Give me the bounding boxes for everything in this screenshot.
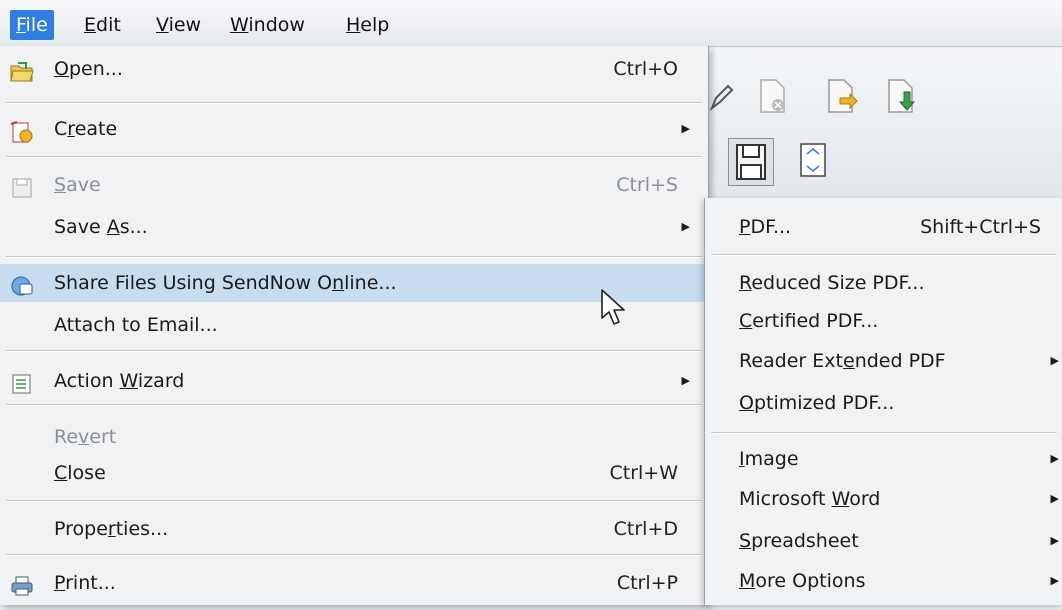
submenu-arrow-icon: ▶: [1050, 452, 1059, 465]
menu-item-action-wizard[interactable]: Action Wizard ▶: [0, 362, 708, 400]
submenu-arrow-icon: ▶: [681, 220, 690, 233]
submenu-item-label: Microsoft Word: [739, 488, 881, 510]
menu-item-open[interactable]: Open... Ctrl+O: [0, 50, 708, 88]
submenu-item-label: Reduced Size PDF...: [739, 272, 925, 294]
menu-item-revert: Revert: [0, 418, 708, 456]
submenu-arrow-icon: ▶: [681, 122, 690, 135]
submenu-arrow-icon: ▶: [1050, 574, 1059, 587]
shortcut-text: Ctrl+S: [616, 174, 678, 196]
menu-separator: [711, 254, 1057, 256]
submenu-item-more-options[interactable]: More Options ▶: [705, 562, 1062, 600]
edit-pencil-icon[interactable]: [708, 82, 736, 112]
menu-item-label: Action Wizard: [54, 370, 185, 392]
menu-item-print[interactable]: Print... Ctrl+P: [0, 564, 708, 602]
menu-separator: [711, 432, 1057, 434]
submenu-item-label: Spreadsheet: [739, 530, 859, 552]
shortcut-text: Ctrl+W: [609, 462, 678, 484]
shortcut-text: Shift+Ctrl+S: [920, 216, 1041, 238]
menu-help[interactable]: Help: [340, 10, 395, 40]
floppy-disk-icon: [736, 144, 766, 180]
submenu-item-reduced-size-pdf[interactable]: Reduced Size PDF...: [705, 264, 1062, 302]
submenu-item-optimized-pdf[interactable]: Optimized PDF...: [705, 384, 1062, 422]
document-download-icon[interactable]: [886, 78, 918, 114]
toolbar: [700, 48, 1062, 198]
submenu-item-certified-pdf[interactable]: Certified PDF...: [705, 302, 1062, 340]
save-as-submenu: PDF... Shift+Ctrl+S Reduced Size PDF... Cer…: [704, 198, 1062, 605]
mouse-cursor-icon: [601, 289, 625, 325]
open-folder-icon: [10, 58, 34, 82]
sendnow-icon: [10, 272, 34, 296]
printer-icon: [10, 572, 34, 596]
save-icon: [10, 174, 34, 198]
shortcut-text: Ctrl+O: [613, 58, 678, 80]
submenu-item-label: PDF...: [739, 216, 792, 238]
submenu-item-label: More Options: [739, 570, 866, 592]
submenu-arrow-icon: ▶: [1050, 534, 1059, 547]
menu-item-label: Create: [54, 118, 118, 140]
shortcut-text: Ctrl+D: [613, 518, 678, 540]
submenu-item-label: Reader Extended PDF: [739, 350, 946, 372]
menu-item-close[interactable]: Close Ctrl+W: [0, 454, 708, 492]
submenu-arrow-icon: ▶: [681, 374, 690, 387]
menu-item-label: Attach to Email...: [54, 314, 218, 336]
menu-item-label: Close: [54, 462, 106, 484]
menu-item-label: Properties...: [54, 518, 169, 540]
create-pdf-icon: [10, 118, 34, 143]
submenu-item-label: Optimized PDF...: [739, 392, 895, 414]
submenu-arrow-icon: ▶: [1050, 354, 1059, 367]
menu-item-label: Print...: [54, 572, 116, 594]
document-arrow-icon[interactable]: [826, 78, 858, 114]
menu-edit[interactable]: Edit: [78, 10, 127, 40]
menu-item-properties[interactable]: Properties... Ctrl+D: [0, 510, 708, 548]
submenu-item-pdf[interactable]: PDF... Shift+Ctrl+S: [705, 208, 1062, 246]
document-delete-icon[interactable]: [758, 78, 788, 114]
menu-view[interactable]: View: [150, 10, 207, 40]
menu-item-create[interactable]: Create ▶: [0, 110, 708, 148]
submenu-item-spreadsheet[interactable]: Spreadsheet ▶: [705, 522, 1062, 560]
submenu-item-label: Certified PDF...: [739, 310, 879, 332]
submenu-item-microsoft-word[interactable]: Microsoft Word ▶: [705, 480, 1062, 518]
menu-separator: [6, 256, 702, 258]
menu-item-label: Open...: [54, 58, 123, 80]
submenu-arrow-icon: ▶: [1050, 492, 1059, 505]
save-toolbar-button[interactable]: [728, 138, 774, 186]
action-wizard-icon: [10, 370, 34, 394]
menu-item-save: Save Ctrl+S: [0, 166, 708, 204]
menu-separator: [6, 156, 702, 158]
menu-separator: [6, 404, 702, 406]
menu-item-save-as[interactable]: Save As... ▶: [0, 208, 708, 246]
menu-separator: [6, 500, 702, 502]
shortcut-text: Ctrl+P: [616, 572, 678, 594]
menu-item-label: Save: [54, 174, 101, 196]
fit-page-icon[interactable]: [798, 142, 828, 178]
menu-separator: [6, 102, 702, 104]
menu-separator: [6, 554, 702, 556]
submenu-item-label: Image: [739, 448, 799, 470]
menu-item-label: Save As...: [54, 216, 148, 238]
menu-item-label: Revert: [54, 426, 117, 448]
submenu-item-reader-extended-pdf[interactable]: Reader Extended PDF ▶: [705, 342, 1062, 380]
menu-window[interactable]: Window: [224, 10, 311, 40]
menu-separator: [6, 350, 702, 352]
menu-bar: File Edit View Window Help: [0, 0, 1062, 47]
menu-file[interactable]: File: [10, 10, 54, 40]
submenu-item-image[interactable]: Image ▶: [705, 440, 1062, 478]
menu-item-label: Share Files Using SendNow Online...: [54, 272, 397, 294]
